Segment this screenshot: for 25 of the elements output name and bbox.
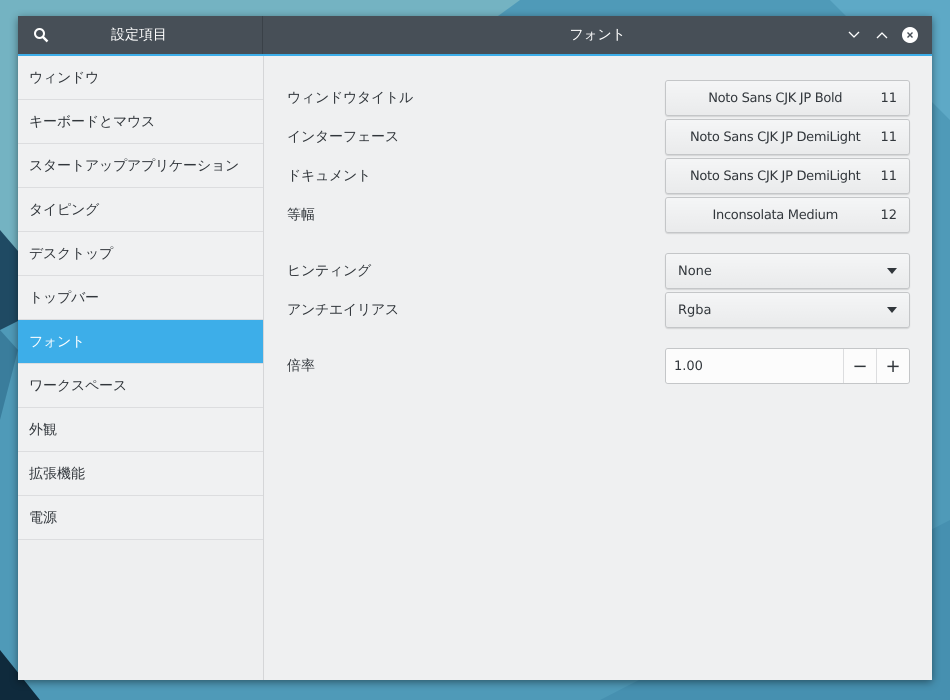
spin-field[interactable]: 1.00 − + [665,348,910,384]
window-title: フォント [570,26,626,44]
dropdown-arrow-icon [887,307,897,313]
search-icon [33,27,49,43]
scale-input[interactable]: 1.00 [666,349,843,383]
sidebar-title: 設定項目 [111,26,167,44]
setting-label: ドキュメント [287,167,371,185]
setting-label: ヒンティング [287,262,371,280]
decrease-button[interactable]: − [843,349,876,383]
font-button[interactable]: Noto Sans CJK JP Bold 11 [665,80,910,116]
font-button[interactable]: Inconsolata Medium 12 [665,197,910,233]
setting-label: アンチエイリアス [287,301,399,319]
font-button[interactable]: Noto Sans CJK JP DemiLight 11 [665,119,910,155]
dropdown[interactable]: None [665,253,910,289]
font-button[interactable]: Noto Sans CJK JP DemiLight 11 [665,158,910,194]
close-icon [902,27,918,43]
chevron-up-icon [876,31,888,39]
dropdown-arrow-icon [887,268,897,274]
dropdown[interactable]: Rgba [665,292,910,328]
chevron-down-icon [848,31,860,39]
setting-label: インターフェース [287,128,399,146]
setting-label: ウィンドウタイトル [287,89,413,107]
setting-label: 等幅 [287,206,315,224]
increase-button[interactable]: + [876,349,909,383]
setting-label: 倍率 [287,357,315,375]
